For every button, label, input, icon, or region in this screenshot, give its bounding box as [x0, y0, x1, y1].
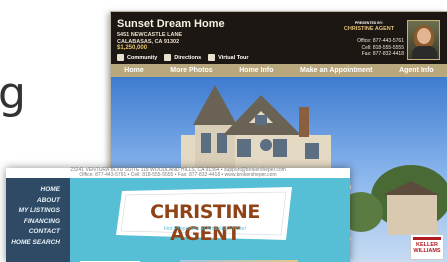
agent-title: CHRISTINE AGENT [150, 201, 260, 245]
menu-about[interactable]: ABOUT [6, 196, 70, 207]
menu-home-search[interactable]: HOME SEARCH [6, 238, 70, 249]
nav-home-info[interactable]: Home Info [239, 67, 273, 74]
directions-link-label: Directions [174, 54, 202, 61]
agent-banner: CHRISTINE AGENT Hot Properties at Amazin… [116, 187, 294, 245]
agent-contact: Office: 877-443-5761 Cell: 818-555-5555 … [333, 38, 405, 58]
agent-photo-face [417, 28, 431, 44]
nav-more-photos[interactable]: More Photos [170, 67, 212, 74]
agent-photo [407, 20, 440, 60]
fax-number: Fax: 877-832-4418 [361, 51, 404, 57]
nav-home[interactable]: Home [124, 67, 143, 74]
menu-home[interactable]: HOME [6, 185, 70, 196]
brokerage-logo-text: KELLER WILLIAMS [413, 242, 441, 254]
agent-contact-strip: 23241 VENTURA BLVD SUITE 118 WOODLAND HI… [6, 168, 350, 178]
menu-contact[interactable]: CONTACT [6, 227, 70, 238]
directions-link[interactable]: Directions [164, 54, 201, 61]
agent-site-sidebar: HOME ABOUT MY LISTINGS FINANCING CONTACT… [6, 178, 70, 262]
listing-nav: Home More Photos Home Info Make an Appoi… [111, 64, 447, 77]
agent-tagline: Hot Properties at Amazing Prices! [163, 226, 247, 232]
nav-agent-info[interactable]: Agent Info [399, 67, 434, 74]
nav-make-appointment[interactable]: Make an Appointment [300, 67, 372, 74]
background-letter: g [0, 68, 26, 119]
property-price: $1,250,000 [117, 45, 148, 51]
virtual-tour-link-label: Virtual Tour [218, 54, 249, 61]
virtual-tour-link[interactable]: Virtual Tour [208, 54, 249, 61]
property-address: 5451 NEWCASTLE LANE CALABASAS, CA 91302 [117, 32, 182, 45]
agent-photo-body [412, 46, 437, 59]
brokerage-logo: KELLER WILLIAMS [410, 234, 444, 260]
directions-icon [164, 54, 172, 61]
community-link-label: Community [127, 54, 158, 61]
presented-by-label: PRESENTED BY: [354, 21, 384, 25]
community-icon [117, 54, 124, 61]
listing-header: Sunset Dream Home 5451 NEWCASTLE LANE CA… [111, 12, 447, 64]
menu-my-listings[interactable]: MY LISTINGS [6, 206, 70, 217]
listing-links: Community Directions Virtual Tour [117, 54, 249, 61]
agent-site-main: CHRISTINE AGENT Hot Properties at Amazin… [70, 178, 350, 262]
agent-name: CHRISTINE AGENT [343, 26, 395, 32]
property-name: Sunset Dream Home [117, 18, 225, 30]
address-line-1: 5451 NEWCASTLE LANE [117, 32, 183, 38]
virtual-tour-icon [208, 54, 216, 61]
agent-website-card: 23241 VENTURA BLVD SUITE 118 WOODLAND HI… [6, 168, 350, 262]
screenshot-stage: g Sunset Dream Home 5451 NEWCASTLE LANE … [0, 0, 447, 262]
brokerage-logo-bar [413, 237, 441, 240]
community-link[interactable]: Community [117, 54, 157, 61]
menu-financing[interactable]: FINANCING [6, 217, 70, 228]
